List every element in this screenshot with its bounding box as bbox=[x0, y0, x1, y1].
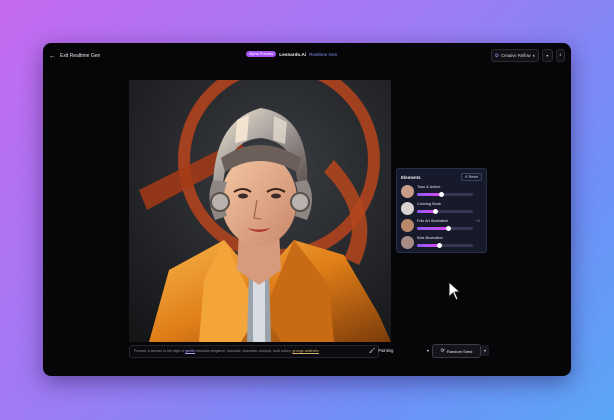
element-row[interactable]: Toon & Anime bbox=[401, 184, 482, 200]
element-row[interactable]: Kids Illustration bbox=[401, 235, 482, 251]
reset-label: Reset bbox=[468, 175, 478, 179]
prompt-text-orange: grunge aesthetic bbox=[292, 349, 319, 353]
realtime-gen-window: ← Exit Realtime Gen Alpha Preview Leonar… bbox=[43, 43, 571, 376]
elements-header: Elements ↺ Reset bbox=[397, 169, 486, 183]
elements-panel: Elements ↺ Reset Toon & Anime Coloring Bo… bbox=[396, 168, 487, 253]
element-thumbnail bbox=[401, 236, 414, 249]
toggle-icon: ◐ bbox=[532, 53, 536, 58]
element-weight-slider[interactable] bbox=[417, 209, 473, 214]
element-thumbnail bbox=[401, 219, 414, 232]
element-thumbnail bbox=[401, 185, 414, 198]
element-weight-slider[interactable] bbox=[417, 226, 473, 231]
prompt-input[interactable]: Portrait, a woman in the style of gentle… bbox=[129, 345, 379, 358]
download-button[interactable]: ⭳ bbox=[555, 49, 565, 62]
app-title: Alpha Preview Leonardo.Ai Realtime Gen bbox=[246, 51, 337, 57]
prompt-bar: Portrait, a woman in the style of gentle… bbox=[129, 344, 489, 358]
element-name: Folk Art Illustration bbox=[417, 219, 449, 223]
top-right-controls: ⚙ Creative Reflow ◐ ▾ ⭳ bbox=[490, 49, 565, 62]
slider-fill bbox=[417, 227, 448, 230]
paintbrush-icon: 🖌 bbox=[369, 347, 376, 354]
slider-fill bbox=[417, 244, 440, 247]
chevron-down-icon: ▾ bbox=[546, 53, 549, 58]
slider-fill bbox=[417, 193, 441, 196]
prompt-text-underlined: gentle bbox=[185, 349, 196, 353]
creative-reflow-label: Creative Reflow bbox=[501, 53, 531, 58]
chevron-down-icon: ▾ bbox=[483, 348, 486, 353]
generated-image[interactable] bbox=[129, 59, 391, 342]
random-seed-label: Random Seed bbox=[446, 348, 473, 354]
gear-icon: ⚙ bbox=[494, 52, 500, 59]
exit-realtime-gen-button[interactable]: ← Exit Realtime Gen bbox=[49, 50, 100, 62]
chevron-down-icon: ▾ bbox=[426, 348, 429, 353]
dropdown-button[interactable]: ▾ bbox=[542, 49, 553, 62]
element-row[interactable]: Folk Art Illustration +1 bbox=[401, 218, 482, 234]
random-seed-button[interactable]: ⟳ Random Seed bbox=[432, 344, 481, 358]
reset-button[interactable]: ↺ Reset bbox=[460, 173, 482, 181]
element-name: Coloring Book bbox=[417, 202, 441, 206]
back-arrow-icon: ← bbox=[49, 52, 56, 60]
mouse-cursor-icon bbox=[448, 281, 462, 301]
element-weight-value: +1 bbox=[475, 219, 480, 223]
style-selector[interactable]: 🖌 Painting ▾ bbox=[369, 345, 429, 356]
style-label: Painting bbox=[378, 348, 394, 353]
element-name: Toon & Anime bbox=[417, 185, 441, 189]
creative-reflow-button[interactable]: ⚙ Creative Reflow ◐ bbox=[490, 49, 540, 62]
slider-knob[interactable] bbox=[445, 226, 451, 231]
slider-knob[interactable] bbox=[438, 192, 444, 197]
generated-portrait-image bbox=[129, 59, 391, 342]
elements-list: Toon & Anime Coloring Book Folk Art Illust… bbox=[397, 184, 486, 251]
element-name: Kids Illustration bbox=[417, 236, 443, 240]
more-options-button[interactable]: ▾ bbox=[481, 345, 489, 356]
element-weight-slider[interactable] bbox=[417, 243, 473, 248]
app-name: Leonardo.Ai bbox=[279, 51, 307, 57]
alpha-badge: Alpha Preview bbox=[246, 51, 277, 57]
elements-title: Elements bbox=[401, 174, 421, 180]
download-icon: ⭳ bbox=[559, 52, 561, 57]
element-row[interactable]: Coloring Book bbox=[401, 201, 482, 217]
element-thumbnail bbox=[401, 202, 414, 215]
element-weight-slider[interactable] bbox=[417, 192, 473, 197]
dice-icon: ⟳ bbox=[440, 348, 445, 354]
prompt-text-mid: futuristic elegance, futuristic, charact… bbox=[195, 349, 293, 353]
prompt-text-plain: Portrait, a woman in the style of bbox=[134, 349, 186, 353]
top-bar: ← Exit Realtime Gen Alpha Preview Leonar… bbox=[43, 43, 571, 69]
slider-knob[interactable] bbox=[437, 243, 443, 248]
reset-icon: ↺ bbox=[464, 175, 468, 179]
mode-name: Realtime Gen bbox=[309, 51, 338, 57]
slider-knob[interactable] bbox=[433, 209, 439, 214]
exit-label: Exit Realtime Gen bbox=[60, 53, 101, 59]
